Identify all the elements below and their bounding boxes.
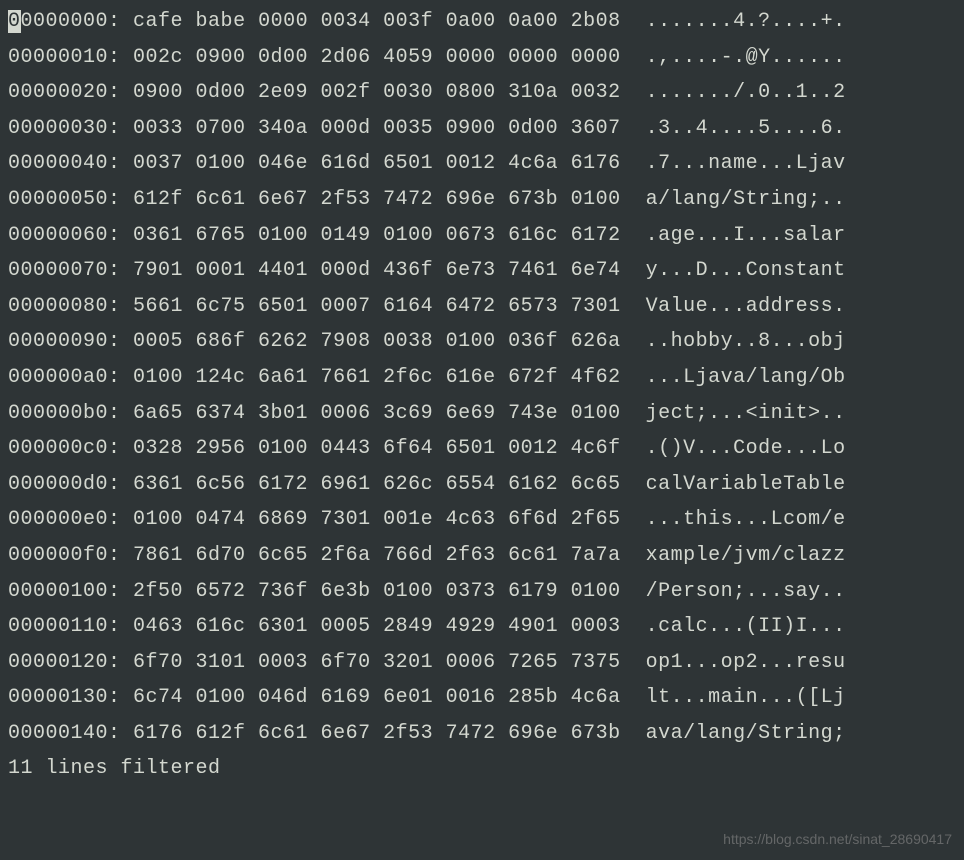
hex-bytes: 2f50 6572 736f 6e3b 0100 0373 6179 0100 bbox=[133, 580, 621, 603]
ascii-repr: .......4.?....+. bbox=[646, 10, 846, 33]
hex-row: 00000090: 0005 686f 6262 7908 0038 0100 … bbox=[8, 324, 956, 360]
hex-bytes: 0037 0100 046e 616d 6501 0012 4c6a 6176 bbox=[133, 152, 621, 175]
hex-bytes: 6c74 0100 046d 6169 6e01 0016 285b 4c6a bbox=[133, 686, 621, 709]
ascii-repr: Value...address. bbox=[646, 295, 846, 318]
cursor: 0 bbox=[8, 10, 21, 33]
hex-bytes: 0463 616c 6301 0005 2849 4929 4901 0003 bbox=[133, 615, 621, 638]
ascii-repr: .()V...Code...Lo bbox=[646, 437, 846, 460]
hex-bytes: 002c 0900 0d00 2d06 4059 0000 0000 0000 bbox=[133, 46, 621, 69]
hex-bytes: 6a65 6374 3b01 0006 3c69 6e69 743e 0100 bbox=[133, 402, 621, 425]
offset: 000000e0 bbox=[8, 508, 108, 531]
hex-bytes: 7861 6d70 6c65 2f6a 766d 2f63 6c61 7a7a bbox=[133, 544, 621, 567]
ascii-repr: a/lang/String;.. bbox=[646, 188, 846, 211]
offset: 00000130 bbox=[8, 686, 108, 709]
ascii-repr: .7...name...Ljav bbox=[646, 152, 846, 175]
offset: 00000100 bbox=[8, 580, 108, 603]
ascii-repr: ...this...Lcom/e bbox=[646, 508, 846, 531]
ascii-repr: .,....-.@Y...... bbox=[646, 46, 846, 69]
hexdump-viewer: 00000000: cafe babe 0000 0034 003f 0a00 … bbox=[8, 4, 956, 751]
offset: 00000090 bbox=[8, 330, 108, 353]
offset: 00000020 bbox=[8, 81, 108, 104]
offset: 00000110 bbox=[8, 615, 108, 638]
offset: 00000060 bbox=[8, 224, 108, 247]
ascii-repr: op1...op2...resu bbox=[646, 651, 846, 674]
offset: 00000120 bbox=[8, 651, 108, 674]
offset: 00000030 bbox=[8, 117, 108, 140]
hex-row: 00000060: 0361 6765 0100 0149 0100 0673 … bbox=[8, 218, 956, 254]
offset: 00000070 bbox=[8, 259, 108, 282]
hex-row: 00000140: 6176 612f 6c61 6e67 2f53 7472 … bbox=[8, 716, 956, 752]
hex-row: 00000030: 0033 0700 340a 000d 0035 0900 … bbox=[8, 111, 956, 147]
hex-row: 000000e0: 0100 0474 6869 7301 001e 4c63 … bbox=[8, 502, 956, 538]
ascii-repr: y...D...Constant bbox=[646, 259, 846, 282]
offset: 000000b0 bbox=[8, 402, 108, 425]
offset: 0000000 bbox=[21, 10, 109, 33]
ascii-repr: xample/jvm/clazz bbox=[646, 544, 846, 567]
ascii-repr: .3..4....5....6. bbox=[646, 117, 846, 140]
offset: 00000140 bbox=[8, 722, 108, 745]
hex-row: 00000100: 2f50 6572 736f 6e3b 0100 0373 … bbox=[8, 574, 956, 610]
hex-row: 00000040: 0037 0100 046e 616d 6501 0012 … bbox=[8, 146, 956, 182]
hex-row: 00000050: 612f 6c61 6e67 2f53 7472 696e … bbox=[8, 182, 956, 218]
hex-row: 000000b0: 6a65 6374 3b01 0006 3c69 6e69 … bbox=[8, 396, 956, 432]
hex-bytes: 0033 0700 340a 000d 0035 0900 0d00 3607 bbox=[133, 117, 621, 140]
offset: 00000040 bbox=[8, 152, 108, 175]
offset: 000000c0 bbox=[8, 437, 108, 460]
hex-bytes: 612f 6c61 6e67 2f53 7472 696e 673b 0100 bbox=[133, 188, 621, 211]
ascii-repr: lt...main...([Lj bbox=[646, 686, 846, 709]
hex-bytes: 0005 686f 6262 7908 0038 0100 036f 626a bbox=[133, 330, 621, 353]
hex-row: 00000000: cafe babe 0000 0034 003f 0a00 … bbox=[8, 4, 956, 40]
ascii-repr: ..hobby..8...obj bbox=[646, 330, 846, 353]
hex-bytes: cafe babe 0000 0034 003f 0a00 0a00 2b08 bbox=[133, 10, 621, 33]
offset: 00000080 bbox=[8, 295, 108, 318]
hex-bytes: 5661 6c75 6501 0007 6164 6472 6573 7301 bbox=[133, 295, 621, 318]
offset: 000000f0 bbox=[8, 544, 108, 567]
hex-bytes: 6361 6c56 6172 6961 626c 6554 6162 6c65 bbox=[133, 473, 621, 496]
status-line: 11 lines filtered bbox=[8, 751, 956, 787]
ascii-repr: .calc...(II)I... bbox=[646, 615, 846, 638]
hex-row: 00000130: 6c74 0100 046d 6169 6e01 0016 … bbox=[8, 680, 956, 716]
hex-row: 00000070: 7901 0001 4401 000d 436f 6e73 … bbox=[8, 253, 956, 289]
hex-bytes: 0328 2956 0100 0443 6f64 6501 0012 4c6f bbox=[133, 437, 621, 460]
hex-bytes: 0100 0474 6869 7301 001e 4c63 6f6d 2f65 bbox=[133, 508, 621, 531]
hex-bytes: 7901 0001 4401 000d 436f 6e73 7461 6e74 bbox=[133, 259, 621, 282]
hex-row: 000000d0: 6361 6c56 6172 6961 626c 6554 … bbox=[8, 467, 956, 503]
hex-bytes: 0900 0d00 2e09 002f 0030 0800 310a 0032 bbox=[133, 81, 621, 104]
hex-row: 00000080: 5661 6c75 6501 0007 6164 6472 … bbox=[8, 289, 956, 325]
hex-bytes: 6176 612f 6c61 6e67 2f53 7472 696e 673b bbox=[133, 722, 621, 745]
ascii-repr: ject;...<init>.. bbox=[646, 402, 846, 425]
hex-row: 00000020: 0900 0d00 2e09 002f 0030 0800 … bbox=[8, 75, 956, 111]
ascii-repr: .age...I...salar bbox=[646, 224, 846, 247]
offset: 00000010 bbox=[8, 46, 108, 69]
offset: 00000050 bbox=[8, 188, 108, 211]
hex-row: 000000f0: 7861 6d70 6c65 2f6a 766d 2f63 … bbox=[8, 538, 956, 574]
hex-row: 00000120: 6f70 3101 0003 6f70 3201 0006 … bbox=[8, 645, 956, 681]
ascii-repr: calVariableTable bbox=[646, 473, 846, 496]
hex-bytes: 0361 6765 0100 0149 0100 0673 616c 6172 bbox=[133, 224, 621, 247]
ascii-repr: ava/lang/String; bbox=[646, 722, 846, 745]
offset: 000000d0 bbox=[8, 473, 108, 496]
ascii-repr: /Person;...say.. bbox=[646, 580, 846, 603]
watermark: https://blog.csdn.net/sinat_28690417 bbox=[723, 827, 952, 852]
offset: 000000a0 bbox=[8, 366, 108, 389]
hex-row: 000000c0: 0328 2956 0100 0443 6f64 6501 … bbox=[8, 431, 956, 467]
ascii-repr: ......./.0..1..2 bbox=[646, 81, 846, 104]
hex-bytes: 0100 124c 6a61 7661 2f6c 616e 672f 4f62 bbox=[133, 366, 621, 389]
hex-row: 00000110: 0463 616c 6301 0005 2849 4929 … bbox=[8, 609, 956, 645]
ascii-repr: ...Ljava/lang/Ob bbox=[646, 366, 846, 389]
hex-row: 00000010: 002c 0900 0d00 2d06 4059 0000 … bbox=[8, 40, 956, 76]
hex-bytes: 6f70 3101 0003 6f70 3201 0006 7265 7375 bbox=[133, 651, 621, 674]
hex-row: 000000a0: 0100 124c 6a61 7661 2f6c 616e … bbox=[8, 360, 956, 396]
